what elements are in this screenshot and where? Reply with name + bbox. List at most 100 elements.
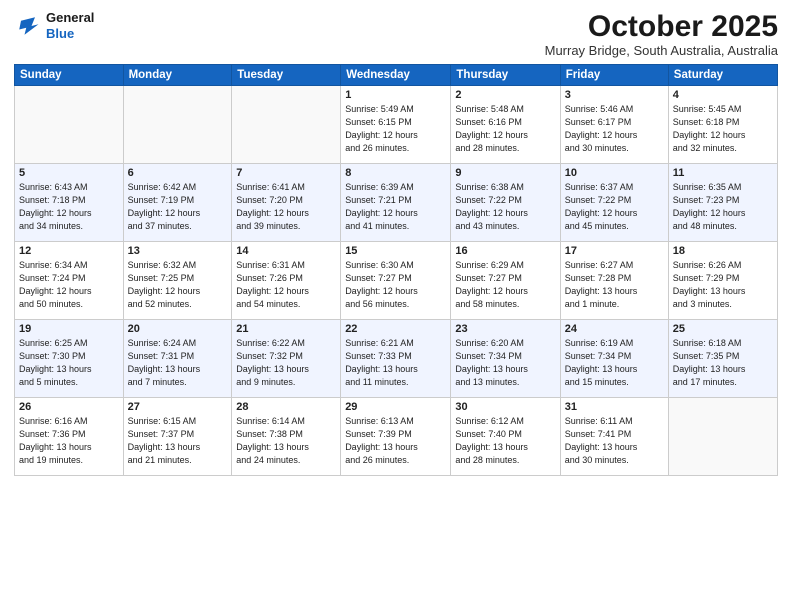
table-row: 15 Sunrise: 6:30 AM Sunset: 7:27 PM Dayli… [341, 242, 451, 320]
table-row: 30 Sunrise: 6:12 AM Sunset: 7:40 PM Dayli… [451, 398, 560, 476]
col-friday: Friday [560, 65, 668, 86]
day-number: 26 [19, 401, 119, 413]
table-row: 8Sunrise: 6:39 AM Sunset: 7:21 PM Daylig… [341, 164, 451, 242]
day-number: 31 [565, 401, 664, 413]
col-saturday: Saturday [668, 65, 777, 86]
table-row: 10 Sunrise: 6:37 AM Sunset: 7:22 PM Dayli… [560, 164, 668, 242]
day-number: 6 [128, 167, 228, 179]
day-number: 5 [19, 167, 119, 179]
day-number: 1 [345, 89, 446, 101]
logo: General Blue [14, 10, 94, 41]
day-number: 14 [236, 245, 336, 257]
day-number: 21 [236, 323, 336, 335]
day-number: 19 [19, 323, 119, 335]
day-info: Sunrise: 6:38 AM Sunset: 7:22 PM Dayligh… [455, 181, 555, 233]
day-info: Sunrise: 6:29 AM Sunset: 7:27 PM Dayligh… [455, 259, 555, 311]
day-info: Sunrise: 5:45 AM Sunset: 6:18 PM Dayligh… [673, 103, 773, 155]
day-info: Sunrise: 6:12 AM Sunset: 7:40 PM Dayligh… [455, 415, 555, 467]
day-number: 20 [128, 323, 228, 335]
day-info: Sunrise: 6:18 AM Sunset: 7:35 PM Dayligh… [673, 337, 773, 389]
day-info: Sunrise: 6:11 AM Sunset: 7:41 PM Dayligh… [565, 415, 664, 467]
day-info: Sunrise: 6:25 AM Sunset: 7:30 PM Dayligh… [19, 337, 119, 389]
day-info: Sunrise: 6:24 AM Sunset: 7:31 PM Dayligh… [128, 337, 228, 389]
table-row: 23 Sunrise: 6:20 AM Sunset: 7:34 PM Dayli… [451, 320, 560, 398]
day-info: Sunrise: 6:19 AM Sunset: 7:34 PM Dayligh… [565, 337, 664, 389]
logo-line2: Blue [46, 26, 94, 42]
day-number: 28 [236, 401, 336, 413]
calendar-week-row: 19 Sunrise: 6:25 AM Sunset: 7:30 PM Dayli… [15, 320, 778, 398]
table-row: 3 Sunrise: 5:46 AM Sunset: 6:17 PM Daylig… [560, 86, 668, 164]
logo-line1: General [46, 10, 94, 26]
table-row: 12 Sunrise: 6:34 AM Sunset: 7:24 PM Dayli… [15, 242, 124, 320]
table-row [15, 86, 124, 164]
day-info: Sunrise: 6:30 AM Sunset: 7:27 PM Dayligh… [345, 259, 446, 311]
table-row: 7Sunrise: 6:41 AM Sunset: 7:20 PM Daylig… [232, 164, 341, 242]
table-row: 25 Sunrise: 6:18 AM Sunset: 7:35 PM Dayli… [668, 320, 777, 398]
day-info: Sunrise: 5:46 AM Sunset: 6:17 PM Dayligh… [565, 103, 664, 155]
table-row: 4 Sunrise: 5:45 AM Sunset: 6:18 PM Daylig… [668, 86, 777, 164]
day-info: Sunrise: 6:22 AM Sunset: 7:32 PM Dayligh… [236, 337, 336, 389]
table-row: 9 Sunrise: 6:38 AM Sunset: 7:22 PM Daylig… [451, 164, 560, 242]
day-number: 10 [565, 167, 664, 179]
day-number: 15 [345, 245, 446, 257]
day-number: 17 [565, 245, 664, 257]
calendar-week-row: 1Sunrise: 5:49 AM Sunset: 6:15 PM Daylig… [15, 86, 778, 164]
day-info: Sunrise: 6:37 AM Sunset: 7:22 PM Dayligh… [565, 181, 664, 233]
day-number: 11 [673, 167, 773, 179]
calendar-week-row: 5 Sunrise: 6:43 AM Sunset: 7:18 PM Daylig… [15, 164, 778, 242]
table-row: 5 Sunrise: 6:43 AM Sunset: 7:18 PM Daylig… [15, 164, 124, 242]
col-thursday: Thursday [451, 65, 560, 86]
table-row: 29 Sunrise: 6:13 AM Sunset: 7:39 PM Dayli… [341, 398, 451, 476]
location: Murray Bridge, South Australia, Australi… [545, 43, 778, 58]
day-number: 12 [19, 245, 119, 257]
day-number: 4 [673, 89, 773, 101]
calendar-week-row: 26 Sunrise: 6:16 AM Sunset: 7:36 PM Dayli… [15, 398, 778, 476]
table-row: 11 Sunrise: 6:35 AM Sunset: 7:23 PM Dayli… [668, 164, 777, 242]
day-number: 16 [455, 245, 555, 257]
table-row: 18 Sunrise: 6:26 AM Sunset: 7:29 PM Dayli… [668, 242, 777, 320]
table-row: 17 Sunrise: 6:27 AM Sunset: 7:28 PM Dayli… [560, 242, 668, 320]
table-row: 14Sunrise: 6:31 AM Sunset: 7:26 PM Dayli… [232, 242, 341, 320]
page-header: General Blue October 2025 Murray Bridge,… [14, 10, 778, 58]
table-row [668, 398, 777, 476]
day-info: Sunrise: 6:13 AM Sunset: 7:39 PM Dayligh… [345, 415, 446, 467]
day-info: Sunrise: 6:20 AM Sunset: 7:34 PM Dayligh… [455, 337, 555, 389]
day-number: 18 [673, 245, 773, 257]
day-number: 2 [455, 89, 555, 101]
col-sunday: Sunday [15, 65, 124, 86]
table-row: 16 Sunrise: 6:29 AM Sunset: 7:27 PM Dayli… [451, 242, 560, 320]
logo-icon [14, 12, 42, 40]
day-info: Sunrise: 6:27 AM Sunset: 7:28 PM Dayligh… [565, 259, 664, 311]
day-number: 23 [455, 323, 555, 335]
day-number: 25 [673, 323, 773, 335]
col-wednesday: Wednesday [341, 65, 451, 86]
day-info: Sunrise: 6:34 AM Sunset: 7:24 PM Dayligh… [19, 259, 119, 311]
day-number: 9 [455, 167, 555, 179]
day-number: 27 [128, 401, 228, 413]
day-info: Sunrise: 6:21 AM Sunset: 7:33 PM Dayligh… [345, 337, 446, 389]
day-info: Sunrise: 6:16 AM Sunset: 7:36 PM Dayligh… [19, 415, 119, 467]
col-tuesday: Tuesday [232, 65, 341, 86]
table-row: 28Sunrise: 6:14 AM Sunset: 7:38 PM Dayli… [232, 398, 341, 476]
day-info: Sunrise: 6:43 AM Sunset: 7:18 PM Dayligh… [19, 181, 119, 233]
day-number: 24 [565, 323, 664, 335]
table-row: 31 Sunrise: 6:11 AM Sunset: 7:41 PM Dayli… [560, 398, 668, 476]
table-row: 13Sunrise: 6:32 AM Sunset: 7:25 PM Dayli… [123, 242, 232, 320]
day-info: Sunrise: 6:15 AM Sunset: 7:37 PM Dayligh… [128, 415, 228, 467]
day-number: 22 [345, 323, 446, 335]
day-number: 7 [236, 167, 336, 179]
calendar-week-row: 12 Sunrise: 6:34 AM Sunset: 7:24 PM Dayli… [15, 242, 778, 320]
table-row: 26 Sunrise: 6:16 AM Sunset: 7:36 PM Dayli… [15, 398, 124, 476]
day-info: Sunrise: 6:42 AM Sunset: 7:19 PM Dayligh… [128, 181, 228, 233]
day-info: Sunrise: 6:26 AM Sunset: 7:29 PM Dayligh… [673, 259, 773, 311]
table-row: 24 Sunrise: 6:19 AM Sunset: 7:34 PM Dayli… [560, 320, 668, 398]
calendar: Sunday Monday Tuesday Wednesday Thursday… [14, 64, 778, 476]
table-row: 2Sunrise: 5:48 AM Sunset: 6:16 PM Daylig… [451, 86, 560, 164]
calendar-header-row: Sunday Monday Tuesday Wednesday Thursday… [15, 65, 778, 86]
day-info: Sunrise: 6:35 AM Sunset: 7:23 PM Dayligh… [673, 181, 773, 233]
day-number: 3 [565, 89, 664, 101]
day-number: 30 [455, 401, 555, 413]
table-row [232, 86, 341, 164]
day-number: 8 [345, 167, 446, 179]
day-number: 29 [345, 401, 446, 413]
